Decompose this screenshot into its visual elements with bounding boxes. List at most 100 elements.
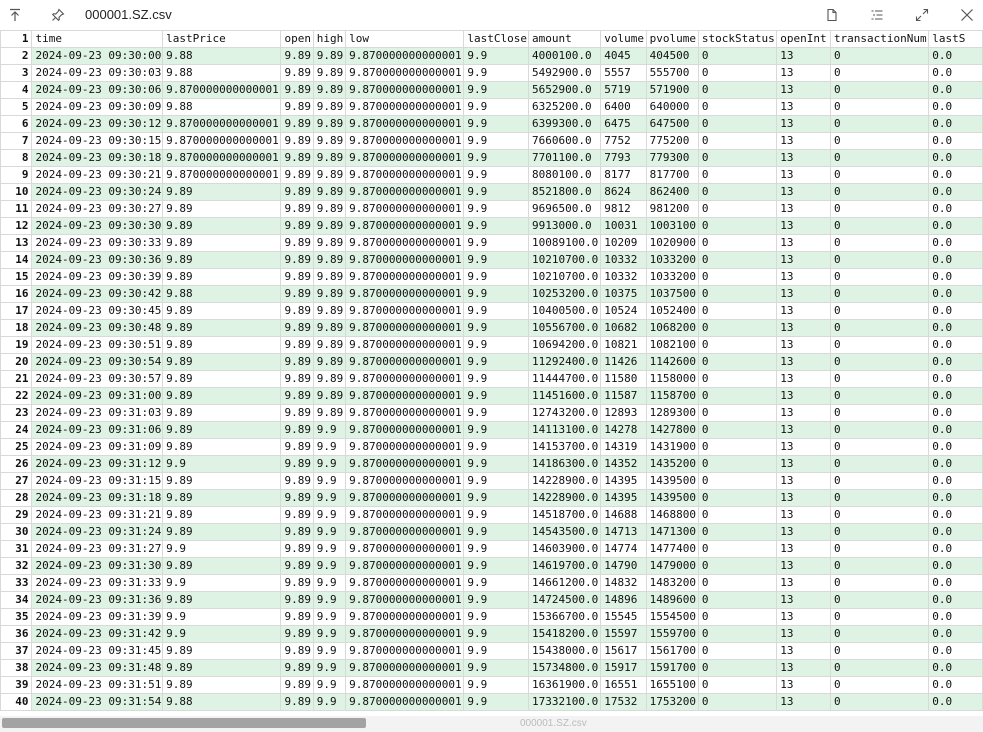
format-list-icon[interactable] — [862, 0, 892, 30]
table-cell[interactable]: 2024-09-23 09:31:36 — [31, 591, 164, 609]
table-cell[interactable]: 2024-09-23 09:30:24 — [31, 183, 164, 201]
table-cell[interactable]: 14518700.0 — [528, 506, 602, 524]
table-cell[interactable]: 9.9 — [463, 523, 530, 541]
table-cell[interactable]: 9.870000000000001 — [345, 302, 465, 320]
table-cell[interactable]: 11587 — [600, 387, 647, 405]
table-cell[interactable]: 9.89 — [162, 387, 282, 405]
table-cell[interactable]: 9.89 — [280, 268, 314, 286]
table-cell[interactable]: 13 — [776, 557, 831, 575]
table-cell[interactable]: 0 — [829, 421, 930, 439]
table-cell[interactable]: 9.9 — [463, 506, 530, 524]
table-cell[interactable]: 0.0 — [928, 166, 983, 184]
table-cell[interactable]: 9.870000000000001 — [345, 251, 465, 269]
table-cell[interactable]: 1559700 — [645, 625, 699, 643]
table-cell[interactable]: 13 — [776, 574, 831, 592]
table-cell[interactable]: 10400500.0 — [528, 302, 602, 320]
table-cell[interactable]: 9.89 — [280, 438, 314, 456]
table-cell[interactable]: 1479000 — [645, 557, 699, 575]
table-row[interactable]: 34 2024-09-23 09:31:36 9.89 9.89 9.9 9.870000… — [0, 591, 983, 609]
table-cell[interactable]: 9.89 — [162, 251, 282, 269]
table-cell[interactable]: 9.9 — [312, 523, 347, 541]
table-cell[interactable]: 1003100 — [645, 217, 699, 235]
table-cell[interactable]: 10209 — [600, 234, 647, 252]
table-cell[interactable]: 9.9 — [312, 591, 347, 609]
table-cell[interactable]: 0 — [829, 234, 930, 252]
table-row[interactable]: 10 2024-09-23 09:30:24 9.89 9.89 9.89 9.87000… — [0, 183, 983, 201]
table-cell[interactable]: 13 — [776, 166, 831, 184]
table-cell[interactable]: 9.9 — [463, 404, 530, 422]
table-cell[interactable]: 9.89 — [162, 659, 282, 677]
table-cell[interactable]: 9.9 — [463, 234, 530, 252]
table-cell[interactable]: 9.89 — [280, 81, 314, 99]
table-cell[interactable]: 9.9 — [463, 353, 530, 371]
table-row[interactable]: 39 2024-09-23 09:31:51 9.89 9.89 9.9 9.870000… — [0, 676, 983, 694]
table-cell[interactable]: 14278 — [600, 421, 647, 439]
table-cell[interactable]: 9.89 — [280, 234, 314, 252]
table-cell[interactable]: 2024-09-23 09:30:03 — [31, 64, 164, 82]
table-cell[interactable]: 13 — [776, 353, 831, 371]
table-cell[interactable]: 9.89 — [280, 319, 314, 337]
table-row[interactable]: 27 2024-09-23 09:31:15 9.89 9.89 9.9 9.870000… — [0, 472, 983, 490]
table-row[interactable]: 32 2024-09-23 09:31:30 9.89 9.89 9.9 9.870000… — [0, 557, 983, 575]
table-cell[interactable]: 7793 — [600, 149, 647, 167]
table-cell[interactable]: 571900 — [645, 81, 699, 99]
table-cell[interactable]: 0 — [829, 200, 930, 218]
table-cell[interactable]: 9.9 — [463, 47, 530, 65]
table-cell[interactable]: 9.89 — [312, 234, 347, 252]
table-cell[interactable]: 10210700.0 — [528, 268, 602, 286]
table-cell[interactable]: 0 — [697, 523, 778, 541]
table-cell[interactable]: 9.89 — [162, 336, 282, 354]
table-cell[interactable]: 0 — [829, 659, 930, 677]
table-cell[interactable]: 0 — [697, 268, 778, 286]
table-cell[interactable]: 647500 — [645, 115, 699, 133]
table-cell[interactable]: 1082100 — [645, 336, 699, 354]
table-cell[interactable]: 0.0 — [928, 404, 983, 422]
table-cell[interactable]: 9.9 — [463, 370, 530, 388]
column-header[interactable]: high — [312, 30, 347, 48]
table-cell[interactable]: 9.89 — [280, 47, 314, 65]
table-cell[interactable]: 2024-09-23 09:30:57 — [31, 370, 164, 388]
table-cell[interactable]: 9.89 — [162, 421, 282, 439]
table-cell[interactable]: 0.0 — [928, 455, 983, 473]
table-cell[interactable]: 0 — [829, 370, 930, 388]
table-cell[interactable]: 13 — [776, 149, 831, 167]
table-cell[interactable]: 0 — [697, 98, 778, 116]
table-cell[interactable]: 0 — [697, 387, 778, 405]
table-cell[interactable]: 9.9 — [463, 336, 530, 354]
table-cell[interactable]: 0.0 — [928, 574, 983, 592]
table-cell[interactable]: 0.0 — [928, 676, 983, 694]
table-cell[interactable]: 0 — [829, 642, 930, 660]
table-cell[interactable]: 9.89 — [280, 183, 314, 201]
table-cell[interactable]: 0.0 — [928, 353, 983, 371]
table-cell[interactable]: 14228900.0 — [528, 472, 602, 490]
table-cell[interactable]: 9.89 — [280, 353, 314, 371]
table-cell[interactable]: 14896 — [600, 591, 647, 609]
new-file-icon[interactable] — [817, 0, 847, 30]
table-cell[interactable]: 0 — [697, 608, 778, 626]
table-cell[interactable]: 0.0 — [928, 115, 983, 133]
table-cell[interactable]: 9.89 — [162, 591, 282, 609]
table-row[interactable]: 21 2024-09-23 09:30:57 9.89 9.89 9.89 9.87000… — [0, 370, 983, 388]
table-cell[interactable]: 9.9 — [463, 676, 530, 694]
table-cell[interactable]: 11580 — [600, 370, 647, 388]
table-cell[interactable]: 2024-09-23 09:31:48 — [31, 659, 164, 677]
table-cell[interactable]: 9.89 — [162, 353, 282, 371]
table-cell[interactable]: 15545 — [600, 608, 647, 626]
table-cell[interactable]: 14113100.0 — [528, 421, 602, 439]
close-icon[interactable] — [952, 0, 982, 30]
table-cell[interactable]: 9.870000000000001 — [345, 523, 465, 541]
table-cell[interactable]: 0 — [697, 370, 778, 388]
table-cell[interactable]: 0 — [829, 625, 930, 643]
table-cell[interactable]: 9.89 — [312, 302, 347, 320]
table-cell[interactable]: 9.9 — [463, 268, 530, 286]
table-cell[interactable]: 9.9 — [463, 591, 530, 609]
table-cell[interactable]: 0 — [697, 183, 778, 201]
table-cell[interactable]: 2024-09-23 09:31:15 — [31, 472, 164, 490]
table-cell[interactable]: 9.89 — [280, 421, 314, 439]
table-cell[interactable]: 2024-09-23 09:30:27 — [31, 200, 164, 218]
table-cell[interactable]: 9.89 — [280, 149, 314, 167]
table-cell[interactable]: 9.89 — [280, 336, 314, 354]
table-cell[interactable]: 9.89 — [280, 659, 314, 677]
table-cell[interactable]: 1591700 — [645, 659, 699, 677]
table-cell[interactable]: 9.9 — [312, 489, 347, 507]
